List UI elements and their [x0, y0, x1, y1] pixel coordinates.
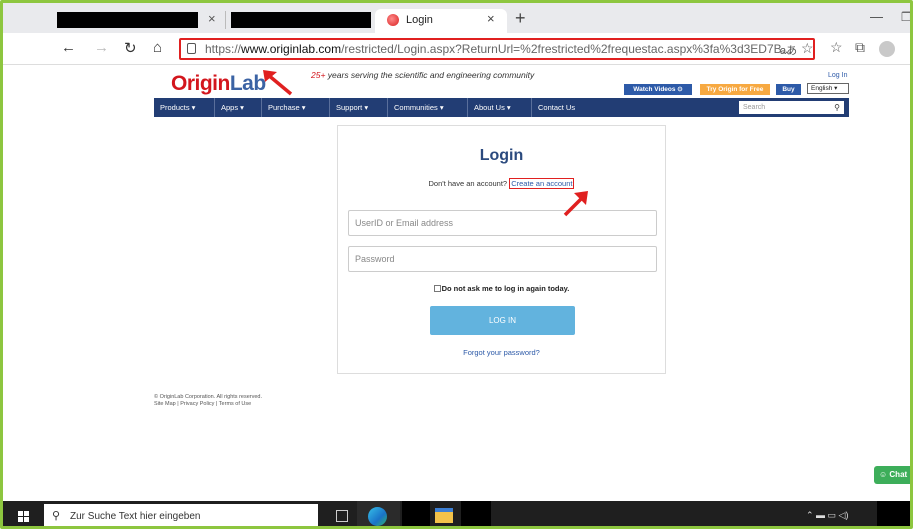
- redacted-tab-title[interactable]: [231, 12, 371, 28]
- tab-separator: [225, 11, 226, 29]
- language-select[interactable]: English ▾: [807, 83, 849, 94]
- browser-tab-bar: × × Login × + — ❐: [3, 3, 910, 33]
- edge-taskbar-slot[interactable]: [357, 501, 400, 526]
- redacted-clock[interactable]: [877, 501, 910, 526]
- forward-icon[interactable]: →: [94, 39, 109, 56]
- collections-icon[interactable]: ⧉: [855, 39, 865, 56]
- site-tagline: 25+ years serving the scientific and eng…: [311, 70, 535, 80]
- userid-field[interactable]: UserID or Email address: [348, 210, 657, 236]
- browser-toolbar: ← → ↻ ⌂ https://www.originlab.com/restri…: [3, 33, 910, 65]
- minimize-icon[interactable]: —: [870, 9, 883, 24]
- lock-icon: [187, 43, 196, 54]
- originlab-logo[interactable]: OriginLab: [171, 72, 266, 96]
- nav-apps[interactable]: Apps ▾: [215, 98, 262, 117]
- annotation-arrow-icon: [563, 191, 588, 217]
- restore-window-icon[interactable]: ❐: [901, 10, 910, 24]
- read-aloud-icon[interactable]: aあ: [780, 42, 797, 58]
- nav-contact-us[interactable]: Contact Us: [532, 98, 592, 117]
- nav-products[interactable]: Products ▾: [154, 98, 215, 117]
- new-tab-icon[interactable]: +: [515, 8, 526, 29]
- favorite-star-icon[interactable]: ☆: [801, 40, 814, 57]
- address-bar[interactable]: https://www.originlab.com/restricted/Log…: [179, 38, 815, 60]
- chat-button[interactable]: ☺ Chat: [874, 466, 910, 484]
- home-icon[interactable]: ⌂: [153, 39, 162, 56]
- chat-icon: ☺: [879, 470, 888, 479]
- password-field[interactable]: Password: [348, 246, 657, 272]
- close-tab-icon[interactable]: ×: [487, 11, 495, 26]
- url-text[interactable]: https://www.originlab.com/restricted/Log…: [205, 42, 792, 56]
- create-account-link[interactable]: Create an account: [509, 178, 575, 189]
- redacted-tab-title[interactable]: [57, 12, 198, 28]
- task-view-icon[interactable]: [336, 510, 348, 522]
- close-tab-icon[interactable]: ×: [208, 11, 216, 26]
- forgot-password-link[interactable]: Forgot your password?: [338, 348, 665, 357]
- login-title: Login: [479, 147, 524, 164]
- tab-title: Login: [406, 14, 433, 26]
- nav-purchase[interactable]: Purchase ▾: [262, 98, 330, 117]
- annotation-arrow-icon: [263, 70, 293, 96]
- login-card: Login Don't have an account? Create an a…: [337, 125, 666, 374]
- search-icon[interactable]: ⚲: [834, 101, 840, 114]
- back-icon[interactable]: ←: [61, 39, 76, 56]
- site-nav-bar: Products ▾ Apps ▾ Purchase ▾ Support ▾ C…: [154, 98, 849, 117]
- site-footer: © OriginLab Corporation. All rights rese…: [154, 394, 262, 408]
- remember-row: Do not ask me to log in again today.: [338, 284, 665, 293]
- footer-copyright: © OriginLab Corporation. All rights rese…: [154, 394, 262, 400]
- search-icon: ⚲: [52, 510, 61, 522]
- windows-taskbar: ⚲ Zur Suche Text hier eingeben ⌃ ▬ ▭ ◁): [3, 501, 910, 526]
- create-account-row: Don't have an account? Create an account: [428, 178, 575, 189]
- nav-about-us[interactable]: About Us ▾: [468, 98, 532, 117]
- nav-communities[interactable]: Communities ▾: [388, 98, 468, 117]
- edge-icon: [368, 507, 387, 526]
- remember-label[interactable]: Do not ask me to log in again today.: [442, 284, 570, 293]
- favorites-icon[interactable]: ☆: [830, 39, 843, 56]
- screenshot-frame: × × Login × + — ❐ ← → ↻ ⌂ https://www.or…: [0, 0, 913, 529]
- redacted-taskbar-app[interactable]: [461, 501, 491, 526]
- buy-button[interactable]: Buy: [776, 84, 801, 95]
- nav-support[interactable]: Support ▾: [330, 98, 388, 117]
- windows-start-icon[interactable]: [18, 511, 30, 523]
- site-search-input[interactable]: Search ⚲: [739, 101, 844, 114]
- redacted-taskbar-app[interactable]: [402, 501, 430, 526]
- footer-links[interactable]: Site Map | Privacy Policy | Terms of Use: [154, 401, 262, 408]
- system-tray[interactable]: ⌃ ▬ ▭ ◁): [806, 510, 848, 521]
- watch-videos-button[interactable]: Watch Videos ⊙: [624, 84, 692, 95]
- taskbar-search-box[interactable]: ⚲ Zur Suche Text hier eingeben: [44, 504, 318, 526]
- favicon-icon: [387, 14, 399, 26]
- file-explorer-icon[interactable]: [435, 508, 453, 523]
- profile-avatar[interactable]: [879, 41, 895, 57]
- login-button[interactable]: LOG IN: [430, 306, 575, 335]
- header-login-link[interactable]: Log In: [828, 72, 847, 79]
- refresh-icon[interactable]: ↻: [124, 39, 137, 57]
- remember-checkbox[interactable]: [433, 285, 441, 292]
- try-origin-button[interactable]: Try Origin for Free: [700, 84, 770, 95]
